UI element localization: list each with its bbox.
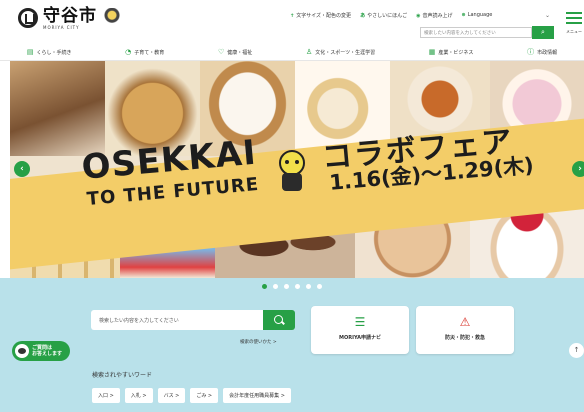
util-link-font-size[interactable]: ✝ 文字サイズ・配色の変更 [290,12,351,19]
keywords-heading: 検索されやすいワード [92,372,153,379]
arrow-up-icon: ↑ [573,346,580,354]
carousel-dot-6[interactable] [317,283,322,289]
person-icon: ✝ [290,13,295,19]
speaker-icon: ◉ [416,13,421,19]
nav-item-childcare[interactable]: ◔ 子育て・教育 [125,48,164,56]
keyword-bidding[interactable]: 入札 > [124,388,153,403]
nav-item-city-info[interactable]: ⓘ 市政情報 [527,47,557,57]
globe-icon: ⊕ [461,12,466,18]
nav-item-living[interactable]: ▤ くらし・手続き [27,48,72,56]
hero-next-button[interactable]: › [572,161,584,177]
chevron-right-icon: › [578,164,582,174]
site-logo[interactable]: 守谷市 MORIYA CITY [18,8,123,30]
menu-label: メニュー [566,29,582,34]
nav-item-business[interactable]: ▦ 産業・ビジネス [429,48,474,56]
keyword-entrance[interactable]: 入口 > [92,388,120,403]
util-link-read-aloud[interactable]: ◉ 音声読み上げ [416,12,452,19]
carousel-dot-3[interactable] [284,283,289,289]
util-link-language[interactable]: ⊕ Language [461,12,492,19]
header-search-input[interactable]: 検索したい内容を入力してください [420,27,532,38]
book-icon: ▤ [26,48,34,56]
global-nav: ▤ くらし・手続き ◔ 子育て・教育 ♡ 健康・福祉 ♙ 文化・スポーツ・生涯学習 ▦ 産… [0,44,584,61]
carousel-dot-1[interactable] [262,283,267,289]
text-icon: あ [360,13,366,19]
chevron-left-icon: ‹ [20,164,24,174]
chatbot-icon [15,344,29,358]
checklist-icon: ☰ [354,315,366,329]
building-icon: ▦ [428,48,436,56]
main-search-input[interactable]: 検索したい内容を入力してください [91,310,263,330]
card-disaster-prevention[interactable]: ⚠ 防災・防犯・救急 [416,306,514,354]
carousel-dot-4[interactable] [295,283,300,289]
hero-prev-button[interactable]: ‹ [14,161,30,177]
search-howto-link[interactable]: 検索の使いかた > [240,339,277,345]
logo-subtitle: MORIYA CITY [43,25,80,30]
carousel-dot-2[interactable] [273,283,278,289]
mascot-icon [101,8,123,26]
keyword-garbage[interactable]: ごみ > [190,388,219,403]
card-moriya-navi[interactable]: ☰ MORIYA申請ナビ [311,306,409,354]
logo-title: 守谷市 [43,6,97,26]
utility-links: ✝ 文字サイズ・配色の変更 あやさしいにほんご ◉ 音声読み上げ ⊕ Language [290,12,492,19]
hamburger-menu-icon[interactable] [566,12,582,27]
chevron-down-icon[interactable]: ⌄ [545,12,550,19]
hero-carousel[interactable]: OSEKKAI TO THE FUTURE コラボフェア 1.16(金)〜1.2… [10,61,584,278]
heart-icon: ♡ [217,48,225,56]
site-header: 守谷市 MORIYA CITY ✝ 文字サイズ・配色の変更 あやさしいにほんご ◉… [0,0,584,44]
util-link-easy-japanese[interactable]: あやさしいにほんご [360,12,407,19]
info-icon: ⓘ [527,48,535,56]
keyword-bus[interactable]: バス > [157,388,186,403]
carousel-dot-5[interactable] [306,283,311,289]
child-icon: ◔ [125,48,132,56]
person-icon: ♙ [305,48,313,56]
hero-mascot-icon [279,150,305,191]
keyword-list: 入口 > 入札 > バス > ごみ > 会計年度任用職員募集 > [92,388,291,403]
nav-item-culture[interactable]: ♙ 文化・スポーツ・生涯学習 [306,48,375,56]
warning-icon: ⚠ [459,315,471,329]
photo-coffee [10,61,105,156]
keyword-staff-recruitment[interactable]: 会計年度任用職員募集 > [223,388,291,403]
search-panel: 検索したい内容を入力してください 検索の使いかた > ☰ MORIYA申請ナビ … [0,294,584,412]
carousel-indicators [0,278,584,294]
scroll-top-button[interactable]: ↑ [569,343,584,358]
main-search-button[interactable] [263,310,295,330]
nav-item-health[interactable]: ♡ 健康・福祉 [218,48,252,56]
city-emblem-icon [18,8,38,28]
help-chat-button[interactable]: ご質問は お答えします [12,341,70,361]
header-search-button[interactable]: ⌕ [532,26,554,39]
search-icon: ⌕ [541,28,545,36]
